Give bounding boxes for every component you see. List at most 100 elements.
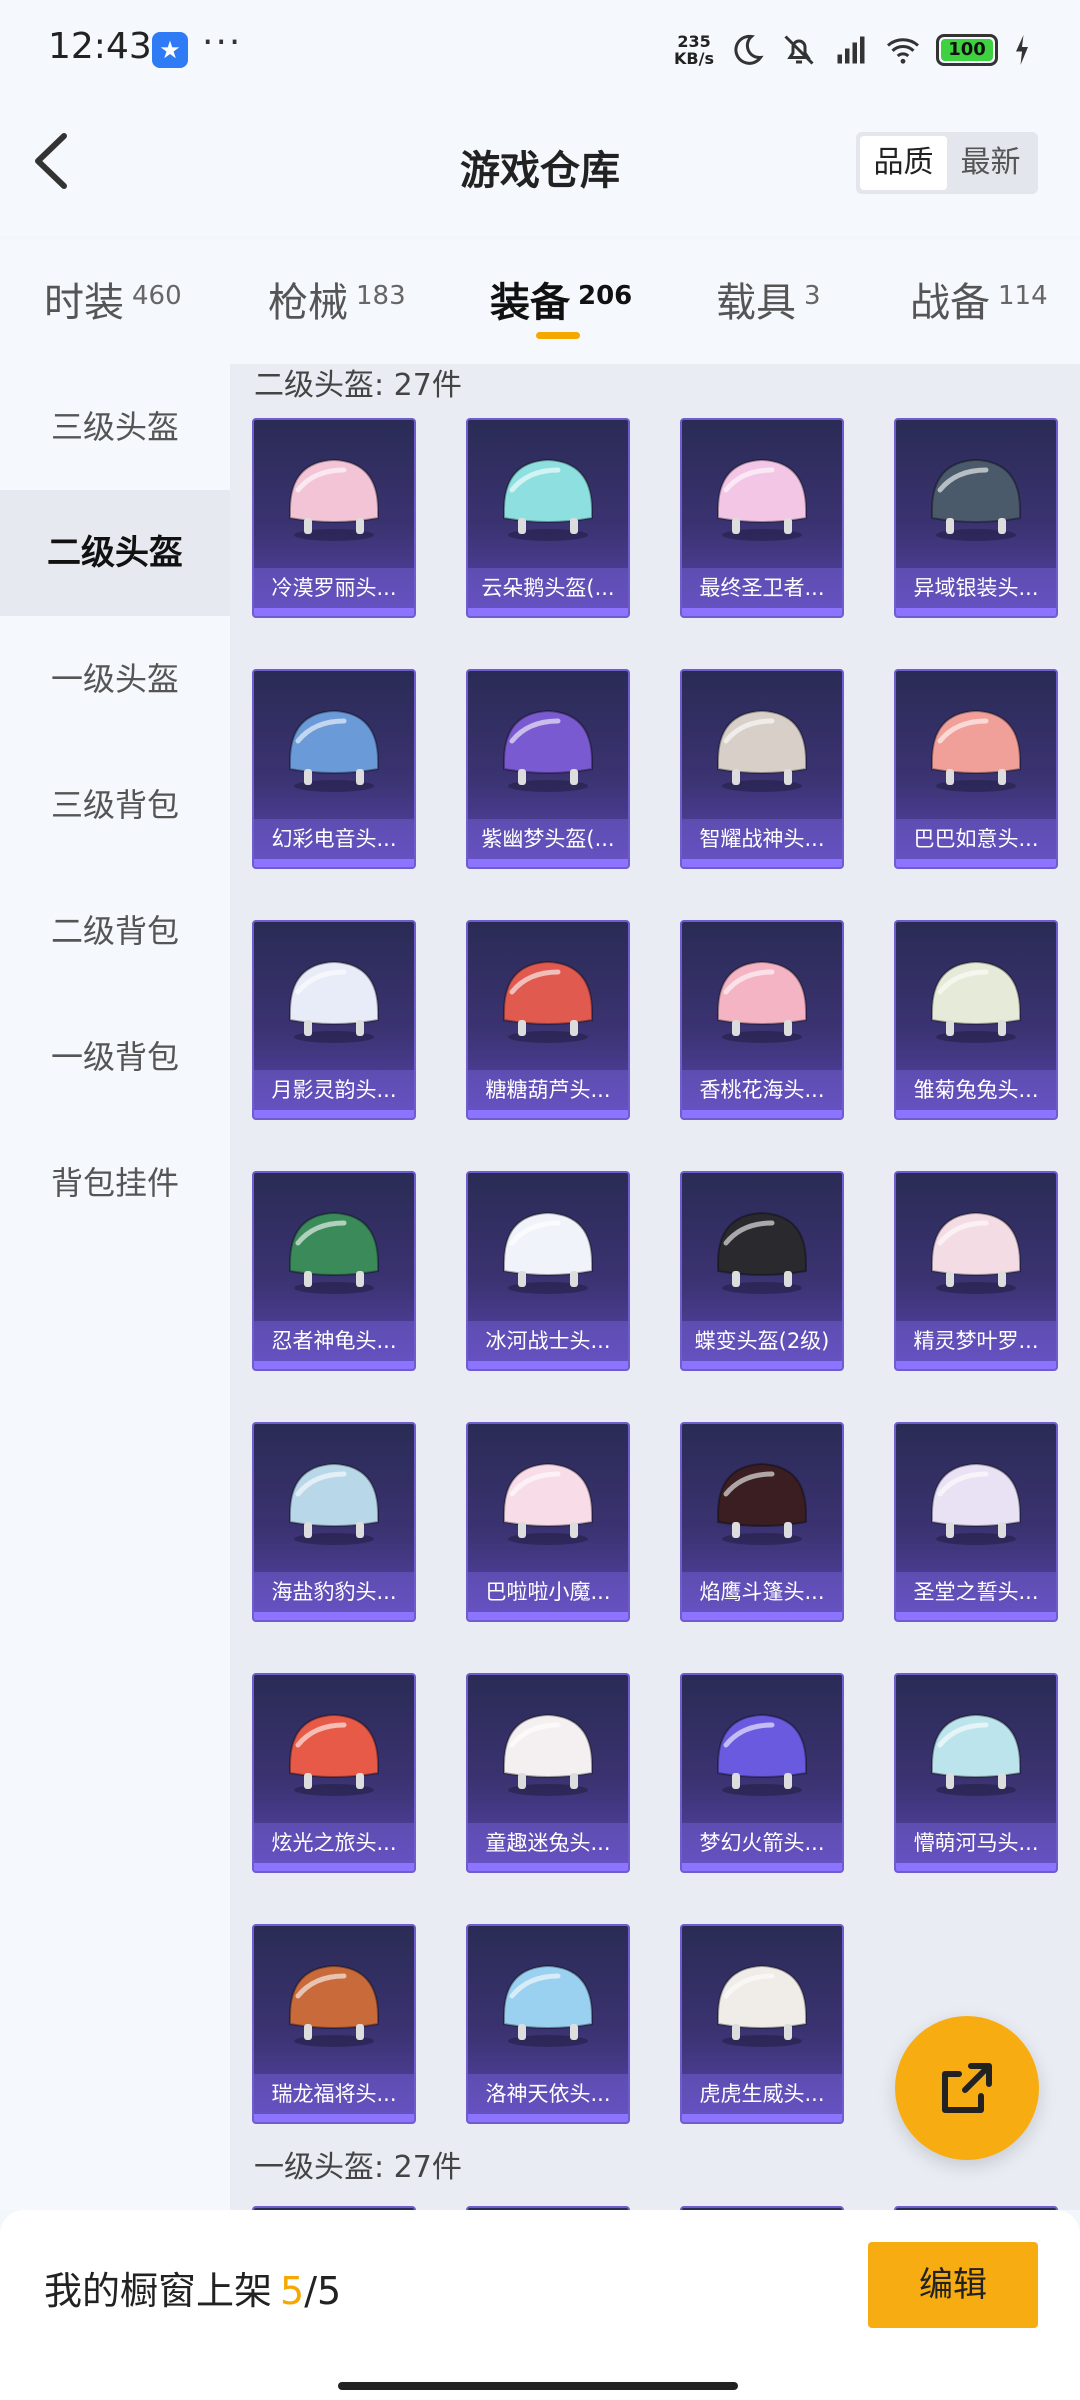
item-card[interactable]: 幻彩电音头...	[252, 669, 416, 869]
helmet-icon	[254, 671, 414, 821]
sidebar-item-level2-backpack[interactable]: 二级背包	[0, 868, 230, 994]
wifi-icon	[887, 38, 919, 64]
tab-vehicles[interactable]: 载具 3	[716, 270, 821, 328]
item-name: 圣堂之誓头...	[896, 1572, 1056, 1612]
item-card[interactable]: 冷漠罗丽头...	[252, 418, 416, 618]
header: 游戏仓库 品质 最新	[0, 96, 1080, 236]
item-name: 糖糖葫芦头...	[468, 1070, 628, 1110]
helmet-icon	[468, 420, 628, 570]
item-card[interactable]: 巴啦啦小魔...	[466, 1422, 630, 1622]
quality-bar	[254, 1110, 414, 1118]
item-card[interactable]: 海盐豹豹头...	[252, 1422, 416, 1622]
helmet-icon	[682, 1675, 842, 1825]
quality-bar	[254, 1612, 414, 1620]
tab-fashion[interactable]: 时装 460	[44, 270, 182, 328]
item-name: 懵萌河马头...	[896, 1823, 1056, 1863]
edit-button[interactable]: 编辑	[868, 2242, 1038, 2328]
quality-bar	[682, 1863, 842, 1871]
item-card[interactable]: 云朵鹅头盔(...	[466, 418, 630, 618]
item-card[interactable]: 智耀战神头...	[680, 669, 844, 869]
tab-guns[interactable]: 枪械 183	[268, 270, 406, 328]
item-card[interactable]: 虎虎生威头...	[680, 1924, 844, 2124]
charging-icon	[1016, 35, 1028, 65]
item-name: 最终圣卫者...	[682, 568, 842, 608]
helmet-icon	[682, 1173, 842, 1323]
helmet-icon	[468, 1675, 628, 1825]
sidebar-item-level2-helmet[interactable]: 二级头盔	[0, 490, 230, 616]
item-card[interactable]: 蝶变头盔(2级)	[680, 1171, 844, 1371]
quality-bar	[682, 1612, 842, 1620]
item-name: 蝶变头盔(2级)	[682, 1321, 842, 1361]
quality-bar	[896, 1361, 1056, 1369]
helmet-icon	[896, 671, 1056, 821]
quality-bar	[896, 608, 1056, 616]
sidebar-item-level3-backpack[interactable]: 三级背包	[0, 742, 230, 868]
section-title-level1-helmet: 一级头盔: 27件	[254, 2150, 462, 2185]
item-name: 梦幻火箭头...	[682, 1823, 842, 1863]
item-name: 炫光之旅头...	[254, 1823, 414, 1863]
helmet-icon	[468, 922, 628, 1072]
item-name: 巴巴如意头...	[896, 819, 1056, 859]
helmet-icon	[896, 1173, 1056, 1323]
item-name: 焰鹰斗篷头...	[682, 1572, 842, 1612]
tab-count: 3	[804, 281, 821, 311]
helmet-icon	[468, 1424, 628, 1574]
item-card[interactable]: 巴巴如意头...	[894, 669, 1058, 869]
sidebar-item-backpack-charm[interactable]: 背包挂件	[0, 1120, 230, 1246]
tab-count: 460	[132, 281, 182, 311]
quality-bar	[254, 2114, 414, 2122]
sort-quality-button[interactable]: 品质	[860, 136, 947, 190]
item-card[interactable]: 忍者神龟头...	[252, 1171, 416, 1371]
status-time: 12:43	[48, 26, 152, 67]
item-card[interactable]: 圣堂之誓头...	[894, 1422, 1058, 1622]
item-card[interactable]: 冰河战士头...	[466, 1171, 630, 1371]
item-grid-area[interactable]: 二级头盔: 27件 冷漠罗丽头... 云朵鹅头盔(... 最终圣卫者... 异域银装头…	[230, 364, 1080, 2210]
item-card[interactable]: 异域银装头...	[894, 418, 1058, 618]
item-card[interactable]: 紫幽梦头盔(...	[466, 669, 630, 869]
tab-count: 114	[998, 281, 1048, 311]
quality-bar	[682, 2114, 842, 2122]
item-name: 雏菊兔兔头...	[896, 1070, 1056, 1110]
item-name: 海盐豹豹头...	[254, 1572, 414, 1612]
helmet-icon	[896, 922, 1056, 1072]
item-name: 香桃花海头...	[682, 1070, 842, 1110]
item-name: 童趣迷兔头...	[468, 1823, 628, 1863]
item-card[interactable]: 懵萌河马头...	[894, 1673, 1058, 1873]
item-card[interactable]: 瑞龙福将头...	[252, 1924, 416, 2124]
tab-gear[interactable]: 战备 114	[910, 270, 1048, 328]
item-name: 巴啦啦小魔...	[468, 1572, 628, 1612]
home-indicator[interactable]	[338, 2382, 738, 2390]
item-card[interactable]: 糖糖葫芦头...	[466, 920, 630, 1120]
item-card[interactable]: 雏菊兔兔头...	[894, 920, 1058, 1120]
more-notifications-icon: ···	[202, 22, 243, 63]
sidebar-item-level1-helmet[interactable]: 一级头盔	[0, 616, 230, 742]
quality-bar	[682, 1110, 842, 1118]
sidebar-item-level1-backpack[interactable]: 一级背包	[0, 994, 230, 1120]
app-icon: ★	[152, 32, 188, 68]
sort-newest-button[interactable]: 最新	[947, 136, 1034, 190]
tab-equipment[interactable]: 装备 206	[490, 270, 632, 328]
sidebar-item-level3-helmet[interactable]: 三级头盔	[0, 364, 230, 490]
item-card[interactable]: 洛神天依头...	[466, 1924, 630, 2124]
item-card[interactable]: 梦幻火箭头...	[680, 1673, 844, 1873]
item-name: 洛神天依头...	[468, 2074, 628, 2114]
helmet-icon	[896, 420, 1056, 570]
item-card[interactable]: 最终圣卫者...	[680, 418, 844, 618]
item-name: 瑞龙福将头...	[254, 2074, 414, 2114]
item-card[interactable]: 月影灵韵头...	[252, 920, 416, 1120]
item-card[interactable]: 焰鹰斗篷头...	[680, 1422, 844, 1622]
tab-label: 枪械	[268, 280, 348, 326]
signal-icon	[837, 36, 865, 64]
tab-label: 装备	[490, 280, 570, 326]
item-card[interactable]: 精灵梦叶罗...	[894, 1171, 1058, 1371]
helmet-icon	[254, 922, 414, 1072]
helmet-icon	[468, 1926, 628, 2076]
helmet-icon	[468, 671, 628, 821]
helmet-icon	[682, 922, 842, 1072]
share-button[interactable]	[895, 2016, 1039, 2160]
item-card[interactable]: 童趣迷兔头...	[466, 1673, 630, 1873]
item-card[interactable]: 炫光之旅头...	[252, 1673, 416, 1873]
item-card[interactable]: 香桃花海头...	[680, 920, 844, 1120]
item-name: 冰河战士头...	[468, 1321, 628, 1361]
bottom-bar: 我的橱窗上架 5/5 编辑	[0, 2210, 1080, 2400]
